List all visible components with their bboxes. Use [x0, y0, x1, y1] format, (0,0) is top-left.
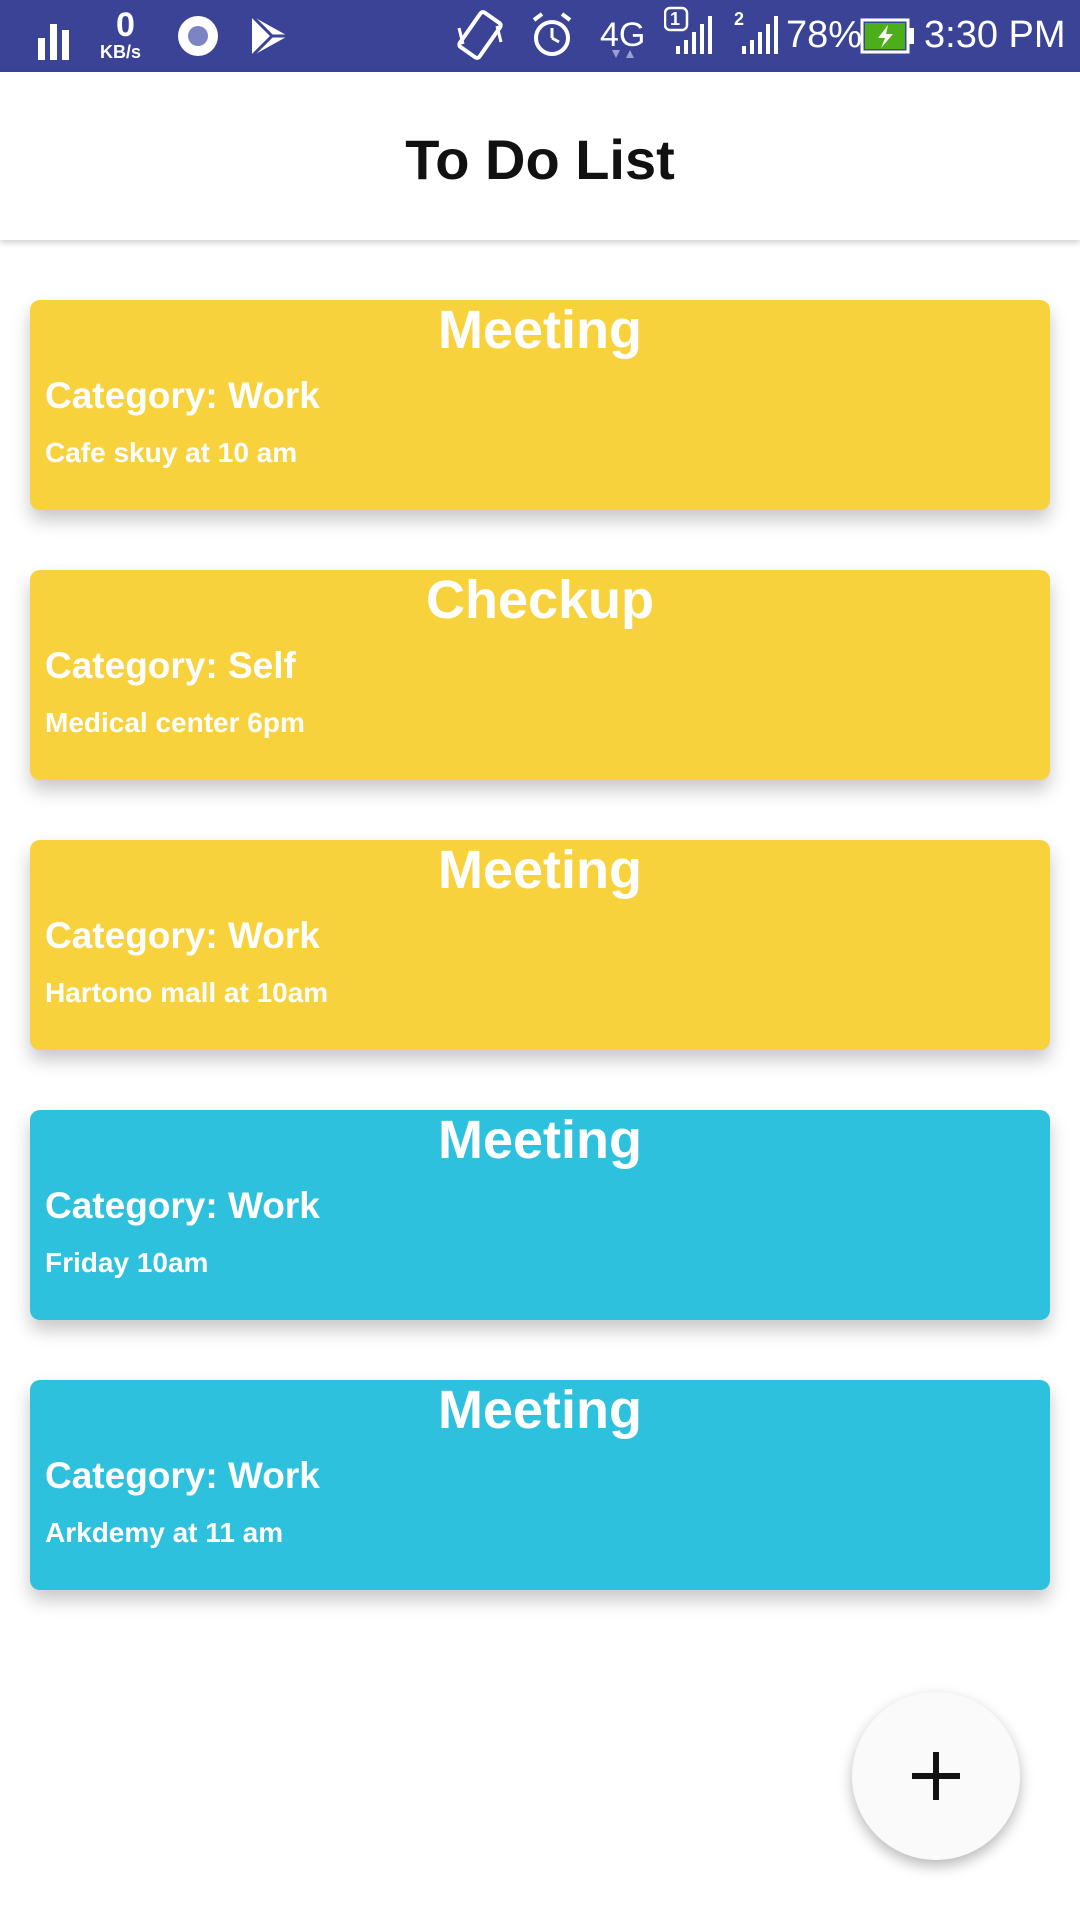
task-title: Meeting: [437, 300, 642, 360]
network-speed-unit: KB/s: [100, 42, 142, 62]
task-title: Checkup: [425, 570, 655, 630]
task-detail: Arkdemy at 11 am: [45, 1517, 284, 1548]
task-card[interactable]: Meeting Category: Work Cafe skuy at 10 a…: [30, 300, 1050, 510]
task-detail: Medical center 6pm: [45, 707, 305, 738]
task-category: Category: Work: [45, 1185, 320, 1226]
clock-time: 3:30 PM: [924, 14, 1066, 56]
battery-charging-icon: [860, 0, 916, 72]
task-detail: Friday 10am: [45, 1247, 209, 1278]
data-activity-icon: [608, 0, 638, 72]
add-task-button[interactable]: [852, 1692, 1020, 1860]
task-card[interactable]: Meeting Category: Work Arkdemy at 11 am: [30, 1380, 1050, 1590]
task-title: Meeting: [437, 1110, 642, 1170]
task-card[interactable]: Meeting Category: Work Friday 10am: [30, 1110, 1050, 1320]
task-row: Meeting Category: Work Friday 10am: [0, 1080, 1080, 1350]
plus-icon: [912, 1752, 960, 1800]
vibrate-icon: [455, 0, 505, 72]
task-detail: Cafe skuy at 10 am: [45, 437, 298, 468]
task-row: Meeting Category: Work Cafe skuy at 10 a…: [0, 270, 1080, 540]
record-icon: [176, 0, 220, 72]
task-row: Checkup Category: Self Medical center 6p…: [0, 540, 1080, 810]
alarm-icon: [530, 0, 574, 72]
task-category: Category: Work: [45, 1455, 320, 1496]
sim2-label: 2: [734, 9, 745, 29]
task-category: Category: Self: [45, 645, 296, 686]
task-row: Meeting Category: Work Arkdemy at 11 am: [0, 1350, 1080, 1620]
battery-percent: 78%: [786, 14, 863, 56]
signal-bars-icon: [38, 0, 70, 72]
network-speed-value: 0: [116, 6, 135, 44]
page-title: To Do List: [405, 128, 675, 191]
task-title: Meeting: [437, 840, 642, 900]
app-bar: To Do List: [0, 72, 1080, 240]
task-category: Category: Work: [45, 375, 320, 416]
task-detail: Hartono mall at 10am: [45, 977, 329, 1008]
task-title: Meeting: [437, 1380, 642, 1440]
task-card[interactable]: Checkup Category: Self Medical center 6p…: [30, 570, 1050, 780]
network-speed-indicator: 0 KB/s: [98, 0, 154, 72]
status-bar: 0 KB/s 4G 1 2 78% 3:30 PM: [0, 0, 1080, 72]
task-category: Category: Work: [45, 915, 320, 956]
sim1-signal-icon: 1: [663, 0, 714, 72]
task-card[interactable]: Meeting Category: Work Hartono mall at 1…: [30, 840, 1050, 1050]
sim1-label: 1: [670, 9, 681, 29]
play-store-icon: [250, 0, 290, 72]
sim2-signal-icon: 2: [730, 0, 780, 72]
task-row: Meeting Category: Work Hartono mall at 1…: [0, 810, 1080, 1080]
